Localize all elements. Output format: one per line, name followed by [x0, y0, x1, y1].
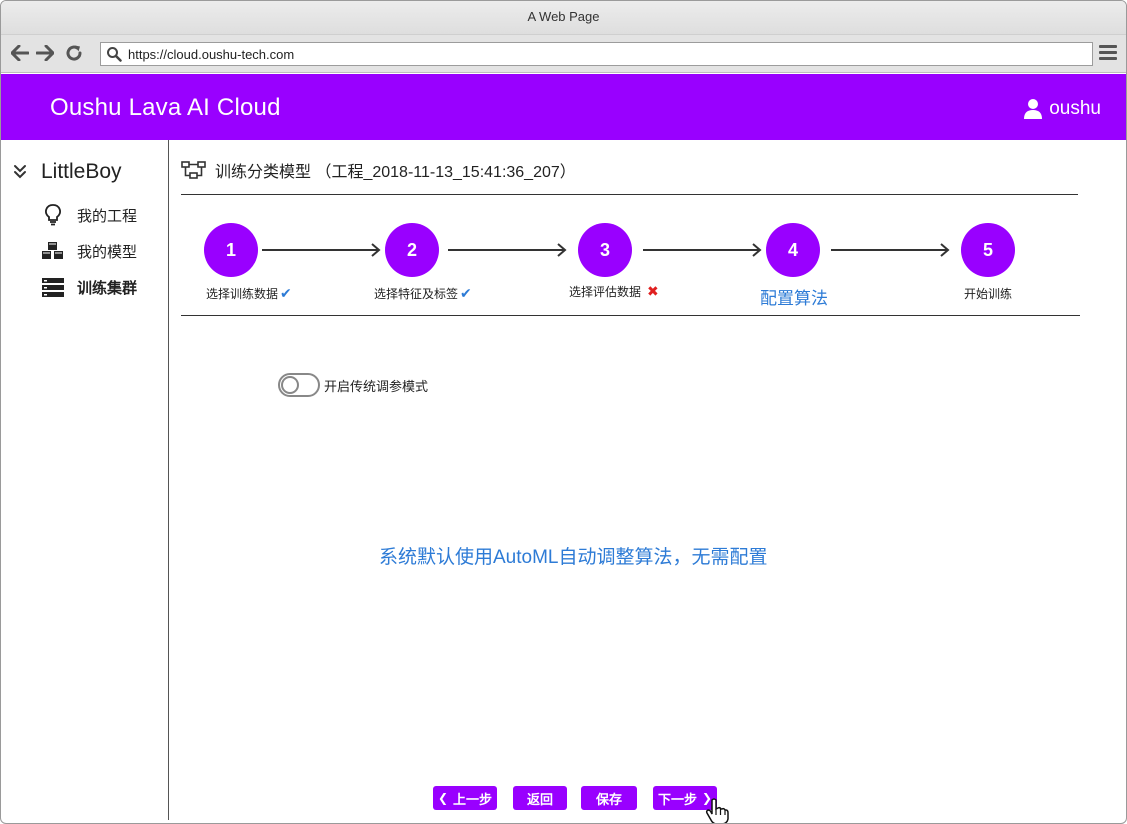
prev-step-button[interactable]: ❮ 上一步 [433, 786, 497, 810]
step-arrow-icon [262, 243, 381, 257]
step-label-text: 配置算法 [760, 289, 828, 308]
url-bar[interactable]: https://cloud.oushu-tech.com [100, 42, 1093, 66]
step-3-circle[interactable]: 3 [578, 223, 632, 277]
button-label: 返回 [526, 791, 553, 807]
step-number: 4 [787, 239, 798, 260]
step-number: 1 [225, 239, 236, 260]
checkmark-icon: ✔ [460, 285, 472, 301]
sidebar: LittleBoy 我的工程 我的模型 训练集群 [1, 140, 169, 820]
step-number: 3 [599, 239, 610, 260]
step-5-label: 开始训练 [964, 285, 1012, 302]
user-icon [1024, 99, 1043, 119]
step-3-label: 选择评估数据 ✖ [569, 283, 659, 300]
button-label: 下一步 [657, 791, 697, 807]
step-label-text: 选择特征及标签 [374, 287, 459, 301]
hand-cursor-icon [705, 798, 729, 823]
search-icon [107, 47, 122, 62]
step-label-text: 选择评估数据 [569, 285, 642, 299]
step-1-circle[interactable]: 1 [204, 223, 258, 277]
sidebar-item-label: 我的模型 [77, 243, 138, 261]
browser-window: A Web Page https://cloud.oushu-tech.com … [0, 0, 1127, 824]
page-title: 训练分类模型 （工程_2018-11-13_15:41:36_207） [215, 164, 576, 181]
step-label-text: 选择训练数据 [206, 287, 279, 301]
traditional-tuning-toggle-row: 开启传统调参模式 [278, 373, 428, 397]
step-5-circle[interactable]: 5 [961, 223, 1015, 277]
traditional-tuning-toggle[interactable] [278, 373, 320, 397]
server-icon [41, 276, 65, 298]
chevron-left-icon: ❮ [437, 791, 449, 805]
button-label: 保存 [595, 791, 622, 807]
header-divider [181, 194, 1078, 195]
sidebar-item-my-projects[interactable]: 我的工程 [41, 204, 137, 226]
reload-icon[interactable] [63, 42, 85, 64]
forward-arrow-icon[interactable] [34, 42, 56, 64]
username: oushu [1049, 98, 1101, 119]
sidebar-group-name: LittleBoy [41, 160, 122, 183]
step-arrow-icon [448, 243, 567, 257]
main-content: 训练分类模型 （工程_2018-11-13_15:41:36_207） 1 2 … [181, 140, 1081, 820]
step-arrow-icon [831, 243, 950, 257]
window-title: A Web Page [527, 9, 600, 24]
sidebar-item-label: 我的工程 [77, 207, 138, 225]
steps-divider [181, 315, 1080, 316]
sidebar-item-label: 训练集群 [77, 279, 138, 297]
step-2-circle[interactable]: 2 [385, 223, 439, 277]
error-x-icon: ✖ [647, 283, 659, 299]
app-title: Oushu Lava AI Cloud [50, 94, 281, 121]
sidebar-group-header[interactable]: LittleBoy [13, 160, 122, 184]
step-label-text: 开始训练 [964, 287, 1013, 301]
save-button[interactable]: 保存 [581, 786, 637, 810]
step-4-circle[interactable]: 4 [766, 223, 820, 277]
step-number: 2 [406, 239, 417, 260]
step-arrow-icon [643, 243, 762, 257]
step-1-label: 选择训练数据 ✔ [206, 285, 292, 302]
cubes-icon [41, 240, 65, 262]
app-header: Oushu Lava AI Cloud oushu [1, 74, 1126, 140]
toggle-label: 开启传统调参模式 [324, 378, 429, 394]
sidebar-item-my-models[interactable]: 我的模型 [41, 240, 137, 262]
step-number: 5 [982, 239, 993, 260]
sidebar-item-training-cluster[interactable]: 训练集群 [41, 276, 137, 298]
window-titlebar: A Web Page [1, 1, 1126, 35]
step-2-label: 选择特征及标签 ✔ [374, 285, 472, 302]
double-chevron-down-icon [14, 165, 26, 179]
step-4-label: 配置算法 [760, 284, 828, 309]
checkmark-icon: ✔ [280, 285, 292, 301]
automl-info-message: 系统默认使用AutoML自动调整算法，无需配置 [379, 547, 768, 568]
lightbulb-icon [41, 204, 65, 226]
back-button[interactable]: 返回 [513, 786, 567, 810]
back-arrow-icon[interactable] [9, 42, 31, 64]
url-text: https://cloud.oushu-tech.com [128, 47, 295, 62]
button-label: 上一步 [453, 791, 493, 807]
model-network-icon [181, 161, 206, 179]
browser-menu-icon[interactable] [1099, 45, 1117, 61]
user-menu[interactable]: oushu [1023, 98, 1101, 120]
page-header: 训练分类模型 （工程_2018-11-13_15:41:36_207） [181, 158, 576, 182]
browser-toolbar: https://cloud.oushu-tech.com [1, 35, 1126, 73]
